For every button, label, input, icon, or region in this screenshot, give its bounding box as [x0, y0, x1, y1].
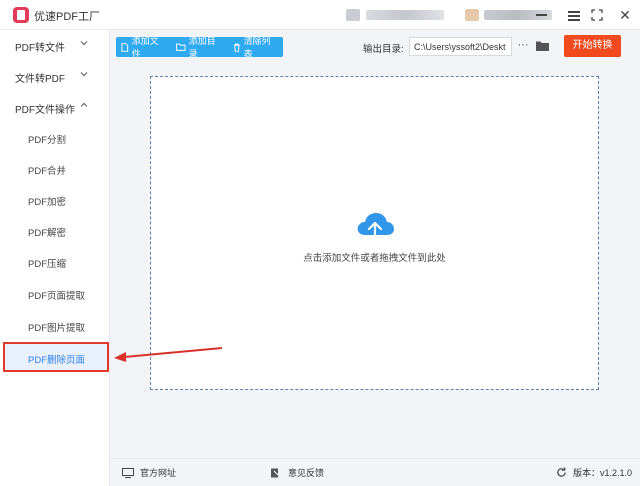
chevron-up-icon	[80, 102, 88, 107]
sidebar-item-pdf-encrypt[interactable]: PDF加密	[0, 186, 110, 214]
official-website-link[interactable]: 官方网址	[122, 466, 176, 479]
account-name-blurred	[366, 10, 444, 20]
output-directory-field[interactable]: C:\Users\yssoft2\Deskt	[409, 37, 512, 56]
sidebar-item-label: PDF分割	[28, 135, 67, 146]
app-title: 优速PDF工厂	[34, 11, 100, 23]
clear-list-label: 清除列表	[243, 36, 271, 59]
add-directory-label: 添加目录	[188, 36, 216, 59]
sidebar-item-label: PDF合并	[28, 166, 67, 177]
footer: 官方网址 意见反馈 版本：v1.2.1.0	[110, 458, 640, 486]
folder-icon	[176, 43, 186, 51]
sidebar-item-pdf-merge[interactable]: PDF合并	[0, 155, 110, 183]
drop-hint-text: 点击添加文件或者拖拽文件到此处	[303, 253, 446, 264]
output-directory-label: 输出目录:	[363, 44, 404, 55]
sidebar-item-label: PDF加密	[28, 197, 67, 208]
open-folder-icon[interactable]	[536, 40, 549, 51]
cloud-upload-icon[interactable]	[355, 209, 395, 243]
menu-icon[interactable]	[563, 4, 585, 26]
sidebar-item-pdf-compress[interactable]: PDF压缩	[0, 248, 110, 276]
title-bar: 优速PDF工厂 ✕	[0, 0, 640, 30]
close-icon[interactable]: ✕	[614, 4, 636, 26]
sidebar-group-label: PDF文件操作	[15, 105, 75, 116]
sidebar-item-pdf-extract-pages[interactable]: PDF页面提取	[0, 280, 110, 308]
trash-icon	[233, 43, 240, 52]
sidebar-item-label: PDF解密	[28, 228, 67, 239]
sidebar-item-label: PDF压缩	[28, 259, 67, 270]
sidebar-item-pdf-delete-pages[interactable]: PDF删除页面	[3, 342, 109, 372]
sidebar: PDF转文件 文件转PDF PDF文件操作 PDF分割 PDF合并 PDF加密 …	[0, 30, 110, 486]
account-avatar[interactable]	[346, 9, 360, 21]
add-file-label: 添加文件	[131, 36, 159, 59]
refresh-icon	[557, 467, 566, 477]
sidebar-group-label: 文件转PDF	[15, 74, 65, 85]
sidebar-group-pdf-operations[interactable]: PDF文件操作	[0, 92, 110, 122]
version-info[interactable]: 版本：v1.2.1.0	[556, 466, 632, 479]
version-label: 版本：v1.2.1.0	[573, 468, 633, 478]
sidebar-item-label: PDF页面提取	[28, 291, 86, 302]
sidebar-item-pdf-extract-images[interactable]: PDF图片提取	[0, 312, 110, 340]
add-file-button[interactable]: 添加文件	[116, 36, 171, 59]
official-website-label: 官方网址	[140, 468, 177, 478]
browse-more-button[interactable]: ···	[516, 37, 530, 56]
clear-list-button[interactable]: 清除列表	[228, 36, 283, 59]
monitor-icon	[122, 467, 134, 478]
chevron-down-icon	[80, 41, 88, 46]
sidebar-group-pdf-to-file[interactable]: PDF转文件	[0, 30, 110, 60]
start-convert-button[interactable]: 开始转换	[564, 35, 621, 57]
sidebar-item-label: PDF图片提取	[28, 323, 86, 334]
sidebar-item-pdf-decrypt[interactable]: PDF解密	[0, 217, 110, 245]
sidebar-group-label: PDF转文件	[15, 43, 65, 54]
sidebar-item-label: PDF删除页面	[28, 355, 86, 366]
minimize-icon[interactable]	[530, 4, 552, 26]
maximize-icon[interactable]	[586, 4, 608, 26]
vip-badge-icon[interactable]	[465, 9, 479, 21]
app-logo-icon	[13, 7, 29, 23]
add-directory-button[interactable]: 添加目录	[171, 36, 228, 59]
feedback-icon	[271, 468, 279, 477]
annotation-arrow	[114, 347, 223, 362]
sidebar-group-file-to-pdf[interactable]: 文件转PDF	[0, 61, 110, 91]
file-icon	[121, 42, 129, 52]
feedback-link[interactable]: 意见反馈	[270, 466, 324, 479]
file-toolbar: 添加文件 添加目录 清除列表	[116, 36, 283, 59]
feedback-label: 意见反馈	[288, 468, 325, 478]
chevron-down-icon	[80, 72, 88, 77]
sidebar-item-pdf-split[interactable]: PDF分割	[0, 124, 110, 152]
